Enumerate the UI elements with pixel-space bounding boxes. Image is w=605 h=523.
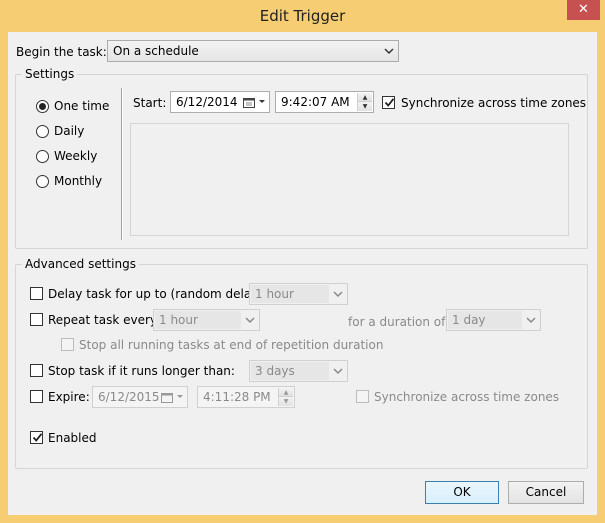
begin-task-value: On a schedule bbox=[113, 44, 199, 58]
spin-down-icon[interactable]: ▼ bbox=[279, 397, 293, 406]
repeat-task-label: Repeat task every: bbox=[48, 313, 161, 327]
checkmark-icon bbox=[32, 433, 43, 442]
recurrence-panel bbox=[130, 123, 569, 236]
radio-one-time[interactable] bbox=[36, 100, 49, 113]
enabled-checkbox[interactable] bbox=[30, 431, 43, 444]
sync-time-zones-checkbox[interactable] bbox=[382, 96, 395, 109]
calendar-icon bbox=[161, 393, 173, 403]
stop-task-duration-value: 3 days bbox=[255, 364, 295, 378]
repeat-interval-dropdown[interactable]: 1 hour bbox=[153, 309, 260, 331]
expire-checkbox[interactable] bbox=[30, 390, 43, 403]
radio-daily[interactable] bbox=[36, 125, 49, 138]
start-date-value: 6/12/2014 bbox=[176, 95, 238, 109]
expire-time-value: 4:11:28 PM bbox=[203, 390, 271, 404]
spin-down-icon[interactable]: ▼ bbox=[358, 102, 372, 111]
settings-legend: Settings bbox=[22, 67, 78, 81]
advanced-settings-legend: Advanced settings bbox=[22, 257, 139, 271]
begin-task-label: Begin the task: bbox=[16, 45, 107, 59]
expire-time-field[interactable]: 4:11:28 PM ▲ ▼ bbox=[197, 386, 295, 408]
delay-task-checkbox[interactable] bbox=[30, 287, 43, 300]
chevron-down-icon bbox=[259, 100, 265, 103]
start-time-spinner[interactable]: ▲ ▼ bbox=[357, 93, 372, 111]
delay-duration-dropdown[interactable]: 1 hour bbox=[249, 283, 348, 305]
expire-label: Expire: bbox=[48, 390, 90, 404]
stop-task-duration-dropdown[interactable]: 3 days bbox=[249, 360, 348, 382]
expire-sync-label: Synchronize across time zones bbox=[374, 390, 560, 404]
cancel-button[interactable]: Cancel bbox=[508, 481, 584, 504]
start-time-field[interactable]: 9:42:07 AM ▲ ▼ bbox=[275, 91, 374, 113]
expire-date-picker[interactable]: 6/12/2015 bbox=[92, 386, 188, 408]
start-label: Start: bbox=[133, 96, 167, 110]
start-time-value: 9:42:07 AM bbox=[281, 95, 350, 109]
chevron-down-icon bbox=[333, 291, 343, 298]
repeat-task-checkbox[interactable] bbox=[30, 313, 43, 326]
expire-time-spinner[interactable]: ▲ ▼ bbox=[278, 388, 293, 406]
begin-task-dropdown[interactable]: On a schedule bbox=[107, 40, 399, 62]
delay-duration-value: 1 hour bbox=[255, 287, 294, 301]
radio-weekly[interactable] bbox=[36, 150, 49, 163]
chevron-down-icon bbox=[526, 317, 536, 324]
radio-one-time-label: One time bbox=[54, 99, 110, 113]
chevron-down-icon bbox=[384, 48, 394, 55]
stop-task-longer-checkbox[interactable] bbox=[30, 364, 43, 377]
radio-monthly[interactable] bbox=[36, 175, 49, 188]
enabled-label: Enabled bbox=[48, 431, 97, 445]
start-date-picker[interactable]: 6/12/2014 bbox=[170, 91, 270, 113]
duration-label: for a duration of: bbox=[348, 315, 449, 329]
sync-time-zones-label: Synchronize across time zones bbox=[401, 96, 587, 110]
expire-sync-checkbox[interactable] bbox=[356, 390, 369, 403]
window-title: Edit Trigger bbox=[259, 7, 346, 25]
radio-monthly-label: Monthly bbox=[54, 174, 103, 188]
ok-button[interactable]: OK bbox=[425, 481, 499, 504]
stop-running-tasks-label: Stop all running tasks at end of repetit… bbox=[79, 338, 384, 352]
repeat-duration-dropdown[interactable]: 1 day bbox=[446, 309, 541, 331]
stop-task-longer-label: Stop task if it runs longer than: bbox=[48, 364, 235, 378]
repeat-interval-value: 1 hour bbox=[159, 313, 198, 327]
repeat-duration-value: 1 day bbox=[452, 313, 486, 327]
title-bar[interactable]: Edit Trigger ✕ bbox=[0, 0, 605, 32]
checkmark-icon bbox=[384, 98, 395, 107]
expire-date-value: 6/12/2015 bbox=[98, 390, 160, 404]
spin-up-icon[interactable]: ▲ bbox=[279, 388, 293, 397]
close-icon: ✕ bbox=[578, 2, 589, 17]
chevron-down-icon bbox=[333, 368, 343, 375]
spin-up-icon[interactable]: ▲ bbox=[358, 93, 372, 102]
stop-running-tasks-checkbox[interactable] bbox=[61, 338, 74, 351]
delay-task-label: Delay task for up to (random delay): bbox=[48, 287, 268, 301]
settings-divider-light bbox=[122, 88, 123, 240]
calendar-icon bbox=[243, 98, 255, 108]
radio-weekly-label: Weekly bbox=[54, 149, 98, 163]
chevron-down-icon bbox=[177, 395, 183, 398]
chevron-down-icon bbox=[245, 317, 255, 324]
radio-daily-label: Daily bbox=[54, 124, 85, 138]
close-button[interactable]: ✕ bbox=[567, 0, 600, 20]
dialog-client-area: Begin the task: On a schedule Settings O… bbox=[8, 32, 597, 515]
edit-trigger-window: Edit Trigger ✕ Begin the task: On a sche… bbox=[0, 0, 605, 523]
